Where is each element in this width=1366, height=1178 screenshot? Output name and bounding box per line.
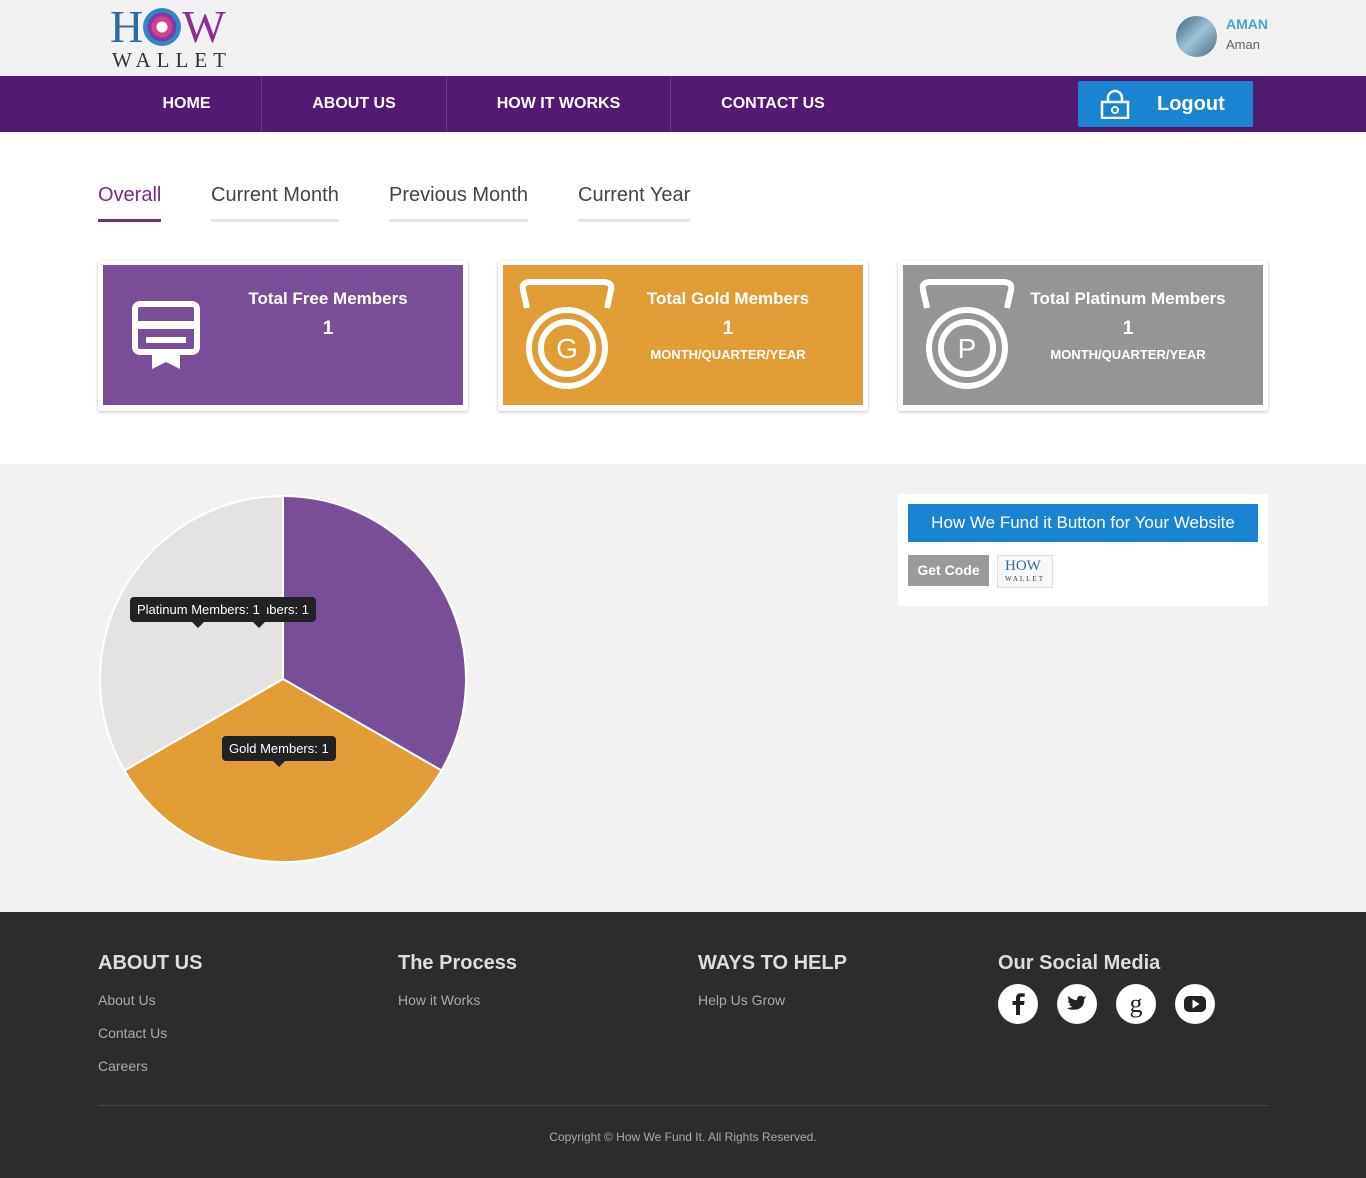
platinum-members-count: 1 [1122, 318, 1134, 339]
platinum-members-title: Total Platinum Members [1030, 289, 1226, 308]
tab-previous-month[interactable]: Previous Month [389, 184, 528, 222]
tab-current-month[interactable]: Current Month [211, 184, 339, 222]
logout-label: Logout [1157, 93, 1225, 115]
get-code-button[interactable]: Get Code [908, 555, 989, 586]
main-nav: HOME ABOUT US HOW IT WORKS CONTACT US Lo… [0, 76, 1366, 132]
gold-members-count: 1 [722, 318, 734, 339]
youtube-icon[interactable] [1175, 984, 1215, 1024]
mini-logo: HOW WALLET [997, 555, 1053, 588]
facebook-icon[interactable] [998, 984, 1038, 1024]
platinum-members-card-body: P Total Platinum Members 1 MONTH/QUARTER… [903, 265, 1263, 405]
footer-link-help-us-grow[interactable]: Help Us Grow [698, 992, 785, 1008]
footer-heading-social: Our Social Media [998, 952, 1161, 974]
nav-how-it-works[interactable]: HOW IT WORKS [447, 76, 670, 132]
avatar[interactable] [1176, 16, 1217, 57]
footer-link-contact-us[interactable]: Contact Us [98, 1025, 167, 1041]
user-profile[interactable]: AMAN Aman [1176, 16, 1316, 60]
tab-overall[interactable]: Overall [98, 184, 162, 222]
svg-text:g: g [1130, 989, 1143, 1018]
nav-about-us[interactable]: ABOUT US [262, 76, 446, 132]
fund-button-widget: How We Fund it Button for Your Website G… [898, 494, 1268, 606]
certificate-icon [132, 301, 200, 369]
gold-members-period: MONTH/QUARTER/YEAR [650, 347, 806, 362]
logo-wallet-text: WALLET [112, 48, 232, 72]
google-plus-icon[interactable]: g [1116, 984, 1156, 1024]
lock-icon [1100, 89, 1130, 119]
user-subname: Aman [1226, 37, 1260, 52]
twitter-icon[interactable] [1057, 984, 1097, 1024]
how-we-fund-it-button[interactable]: How We Fund it Button for Your Website [908, 504, 1258, 542]
gold-members-card-body: G Total Gold Members 1 MONTH/QUARTER/YEA… [503, 265, 863, 405]
free-members-title: Total Free Members [248, 289, 408, 308]
pie-label-gold: Gold Members: 1 [222, 736, 336, 767]
top-bar: HW WALLET AMAN Aman [0, 0, 1366, 76]
free-members-count: 1 [322, 318, 334, 339]
nav-contact-us[interactable]: CONTACT US [671, 76, 875, 132]
footer-link-about-us[interactable]: About Us [98, 992, 156, 1008]
mini-logo-wallet: WALLET [1005, 575, 1045, 583]
platinum-medal-icon: P [919, 279, 1015, 389]
svg-text:P: P [958, 333, 977, 364]
logout-button[interactable]: Logout [1078, 81, 1253, 127]
gold-members-card: G Total Gold Members 1 MONTH/QUARTER/YEA… [498, 261, 868, 411]
gold-medal-icon: G [519, 279, 615, 389]
user-name: AMAN [1226, 16, 1268, 32]
members-pie-chart [99, 494, 467, 863]
footer-link-careers[interactable]: Careers [98, 1058, 148, 1074]
footer-heading-about: ABOUT US [98, 952, 203, 974]
footer-link-how-it-works[interactable]: How it Works [398, 992, 480, 1008]
mini-logo-how: HOW [1005, 558, 1041, 574]
footer-heading-process: The Process [398, 952, 517, 974]
free-members-card: Total Free Members 1 [98, 261, 468, 411]
footer: ABOUT US About Us Contact Us Careers The… [0, 912, 1366, 1178]
svg-text:G: G [556, 333, 578, 364]
footer-divider [98, 1105, 1268, 1106]
how-wallet-logo[interactable]: HW WALLET [110, 1, 242, 73]
tab-current-year[interactable]: Current Year [578, 184, 691, 222]
gold-members-title: Total Gold Members [646, 289, 810, 308]
nav-home[interactable]: HOME [112, 76, 261, 132]
platinum-members-card: P Total Platinum Members 1 MONTH/QUARTER… [898, 261, 1268, 411]
pie-label-platinum: Platinum Members: 1 [130, 597, 267, 628]
copyright: Copyright © How We Fund It. All Rights R… [549, 1130, 817, 1144]
platinum-members-period: MONTH/QUARTER/YEAR [1050, 347, 1206, 362]
free-members-card-body: Total Free Members 1 [103, 265, 463, 405]
footer-heading-ways-to-help: WAYS TO HELP [698, 952, 847, 974]
logo-how-text: HW [110, 1, 226, 52]
